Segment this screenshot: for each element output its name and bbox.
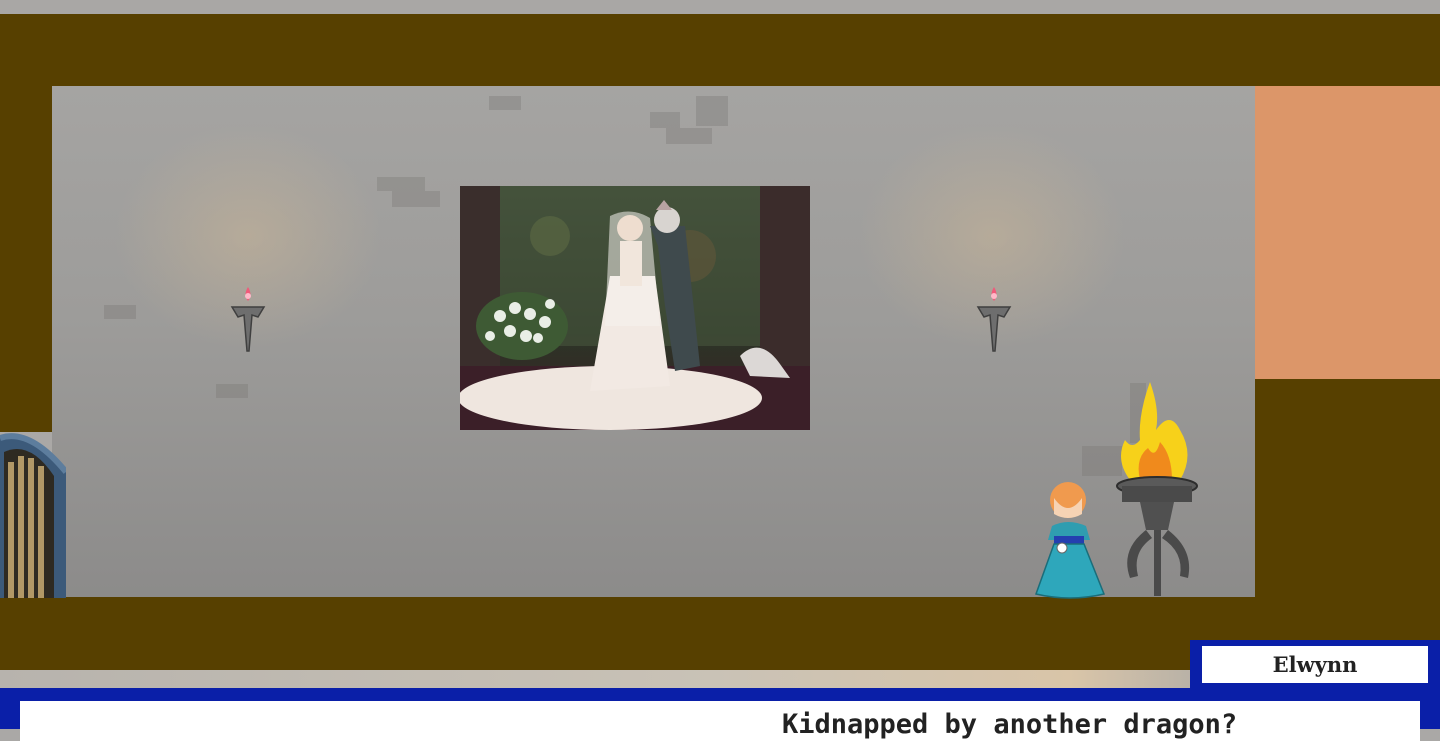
speaker-name: Elwynn [1202, 646, 1428, 683]
scene-bottom-strip [0, 670, 1190, 688]
right-wall-lower [1255, 379, 1440, 598]
dialog-text: Kidnapped by another dragon? [782, 709, 1238, 740]
arched-door[interactable] [0, 432, 69, 598]
wedding-painting [460, 186, 810, 430]
speaker-name-box: Elwynn [1190, 640, 1440, 690]
orange-wall-panel [1255, 86, 1440, 379]
brazier-fire-icon [1110, 380, 1205, 598]
dialog-box[interactable]: Kidnapped by another dragon? [0, 688, 1440, 741]
wall-sconce-icon [228, 285, 268, 355]
top-edge [0, 0, 1440, 14]
wall-sconce-icon [974, 285, 1014, 355]
left-wall [0, 14, 52, 432]
ceiling-wall [0, 14, 1440, 86]
dialog-panel: Kidnapped by another dragon? [20, 701, 1420, 741]
princess-character[interactable] [1030, 478, 1110, 600]
